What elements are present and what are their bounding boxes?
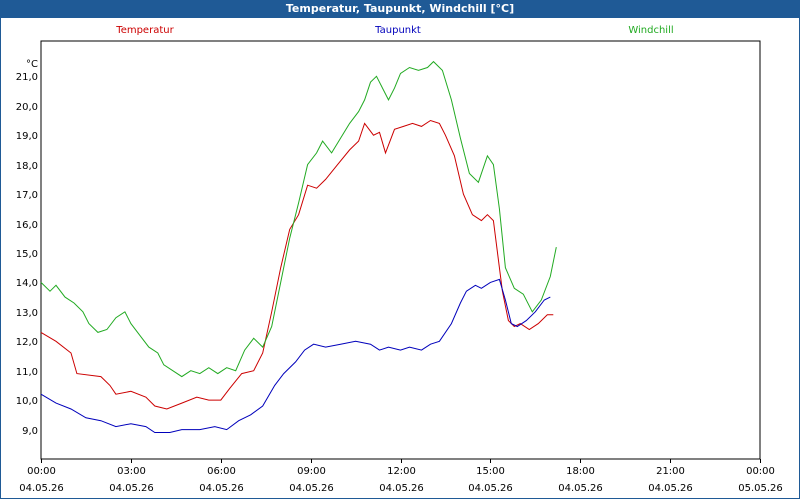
x-tick-label-date: 04.05.26 — [199, 483, 244, 494]
x-tick-label-time: 06:00 — [207, 466, 236, 477]
x-tick-label-date: 04.05.26 — [558, 483, 603, 494]
y-tick-label: 14,0 — [16, 278, 38, 289]
legend-entry-temperatur: Temperatur — [115, 25, 174, 36]
chart-frame: 9,0 10,0 11,0 12,0 13,0 14,0 15,0 16,0 17,0 18,0 1… — [0, 18, 800, 499]
y-tick-label: 16,0 — [16, 220, 38, 231]
y-tick-label: 11,0 — [16, 367, 38, 378]
x-tick-label-date: 04.05.26 — [289, 483, 334, 494]
y-tick-label: 18,0 — [16, 161, 38, 172]
y-tick-label: 17,0 — [16, 190, 38, 201]
x-tick-label-time: 18:00 — [566, 466, 595, 477]
y-tick-label: 15,0 — [16, 249, 38, 260]
legend-entry-taupunkt: Taupunkt — [374, 25, 421, 36]
x-tick-label-date: 04.05.26 — [19, 483, 64, 494]
x-tick-label-date: 04.05.26 — [468, 483, 513, 494]
legend-entry-windchill: Windchill — [628, 25, 673, 36]
y-tick-label: 13,0 — [16, 308, 38, 319]
x-tick-label-time: 21:00 — [656, 466, 685, 477]
y-tick-label: 20,0 — [16, 102, 38, 113]
x-tick-label-time: 09:00 — [297, 466, 326, 477]
y-tick-label: 21,0 — [16, 72, 38, 83]
y-tick-label: 10,0 — [16, 396, 38, 407]
y-tick-label: 12,0 — [16, 337, 38, 348]
line-chart: 9,0 10,0 11,0 12,0 13,0 14,0 15,0 16,0 17,0 18,0 1… — [16, 25, 783, 494]
x-tick-label-date: 05.05.26 — [738, 483, 783, 494]
x-tick-label-date: 04.05.26 — [109, 483, 154, 494]
chart-title: Temperatur, Taupunkt, Windchill [°C] — [0, 0, 800, 18]
plot-area — [40, 40, 761, 460]
x-tick-label-time: 03:00 — [117, 466, 146, 477]
axes: 9,0 10,0 11,0 12,0 13,0 14,0 15,0 16,0 17,0 18,0 1… — [16, 40, 783, 494]
x-tick-label-time: 15:00 — [476, 466, 505, 477]
y-tick-label: 19,0 — [16, 131, 38, 142]
x-tick-label-time: 00:00 — [27, 466, 56, 477]
legend: Temperatur Taupunkt Windchill — [115, 25, 673, 36]
x-tick-label-time: 00:00 — [746, 466, 775, 477]
x-tick-label-time: 12:00 — [387, 466, 416, 477]
x-tick-label-date: 04.05.26 — [379, 483, 424, 494]
y-tick-label: 9,0 — [22, 426, 38, 437]
x-tick-label-date: 04.05.26 — [648, 483, 693, 494]
y-axis-label: °C — [26, 59, 38, 70]
